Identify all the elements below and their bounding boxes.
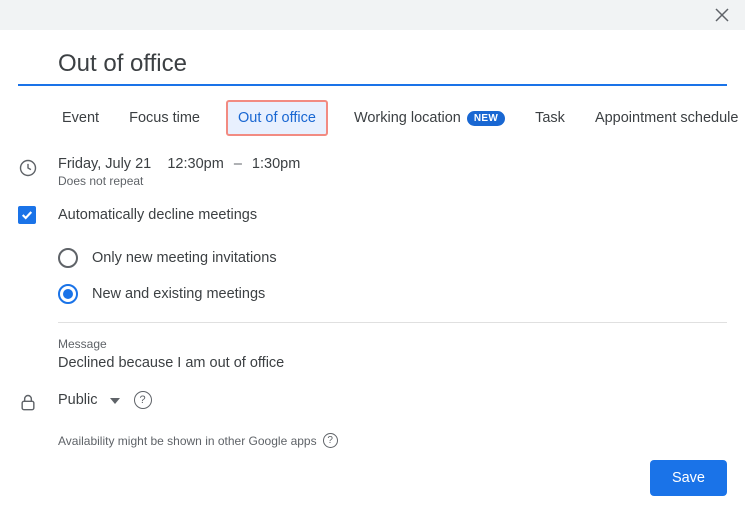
visibility-value: Public — [58, 392, 98, 408]
new-badge: NEW — [467, 111, 505, 126]
tab-out-of-office[interactable]: Out of office — [226, 100, 328, 136]
message-label: Message — [18, 337, 727, 351]
end-time[interactable]: 1:30pm — [252, 156, 300, 172]
radio-new-and-existing[interactable]: New and existing meetings — [58, 276, 727, 312]
start-time[interactable]: 12:30pm — [167, 156, 223, 172]
availability-note: Availability might be shown in other Goo… — [58, 434, 317, 448]
help-icon[interactable]: ? — [134, 391, 152, 409]
close-button[interactable] — [711, 4, 733, 26]
date-label[interactable]: Friday, July 21 — [58, 156, 151, 172]
radio-only-new-label: Only new meeting invitations — [92, 250, 277, 266]
lock-icon — [18, 393, 38, 413]
tab-event[interactable]: Event — [58, 102, 103, 134]
close-icon — [714, 7, 730, 23]
time-dash: – — [234, 156, 242, 172]
visibility-dropdown[interactable]: Public — [58, 392, 120, 408]
radio-icon-selected — [58, 284, 78, 304]
help-icon-small[interactable]: ? — [323, 433, 338, 448]
save-button[interactable]: Save — [650, 460, 727, 496]
tab-appointment-schedule[interactable]: Appointment schedule — [591, 102, 743, 134]
radio-new-existing-label: New and existing meetings — [92, 286, 265, 302]
chevron-down-icon — [110, 392, 120, 408]
tab-focus-time[interactable]: Focus time — [125, 102, 204, 134]
clock-icon — [18, 158, 38, 178]
tab-task[interactable]: Task — [531, 102, 569, 134]
auto-decline-checkbox[interactable] — [18, 206, 36, 224]
divider — [58, 322, 727, 323]
tab-working-location-label: Working location — [354, 110, 461, 126]
repeat-label[interactable]: Does not repeat — [58, 174, 727, 188]
radio-icon-unselected — [58, 248, 78, 268]
event-title-input[interactable] — [18, 46, 727, 86]
auto-decline-label: Automatically decline meetings — [58, 207, 257, 223]
check-icon — [21, 209, 33, 221]
type-tabs: Event Focus time Out of office Working l… — [18, 100, 727, 136]
radio-only-new[interactable]: Only new meeting invitations — [58, 240, 727, 276]
tab-working-location[interactable]: Working location NEW — [350, 102, 509, 134]
message-field[interactable]: Declined because I am out of office — [18, 355, 727, 371]
